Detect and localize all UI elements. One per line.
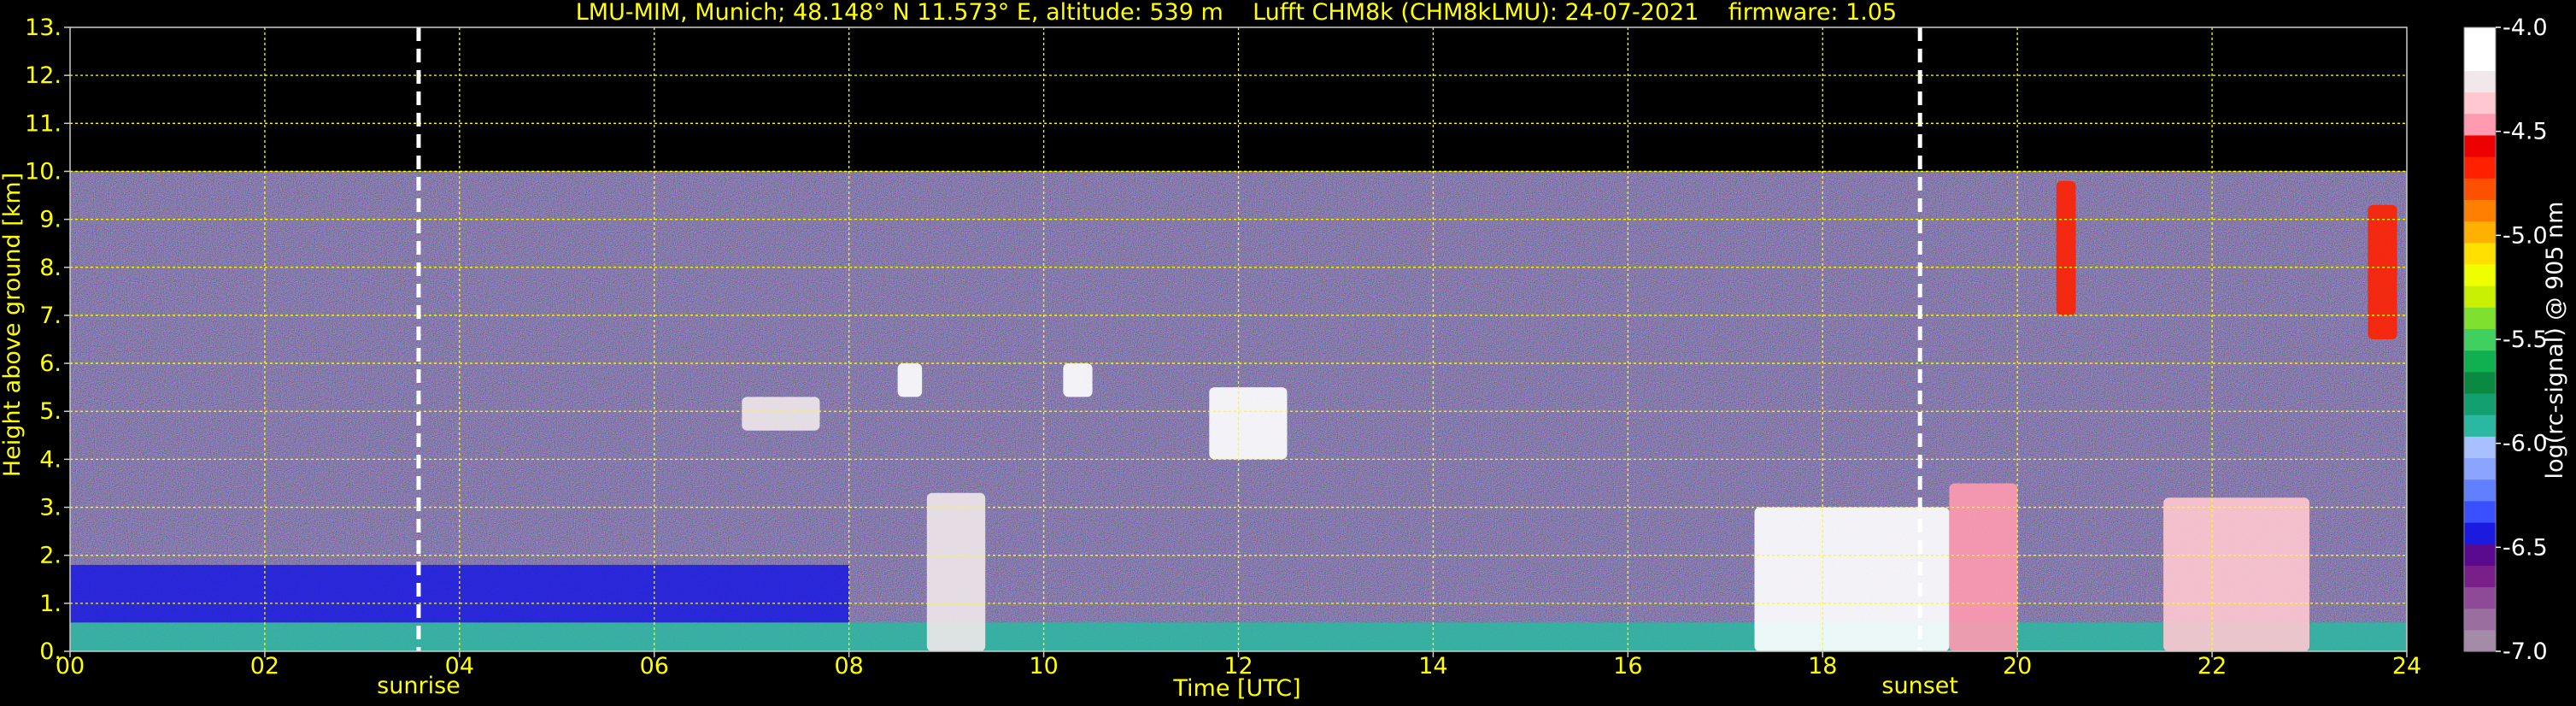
ceilometer-chart: LMU-MIM, Munich; 48.148° N 11.573° E, al… — [0, 0, 2568, 702]
colorbar-tick-label: -6.5 — [2503, 534, 2548, 561]
sunset-label: sunset — [1881, 673, 1958, 699]
colorbar-segment — [2464, 156, 2496, 179]
colorbar — [2463, 26, 2497, 652]
colorbar-segment — [2464, 586, 2496, 609]
colorbar-tick-label: -4.5 — [2503, 119, 2548, 145]
colorbar-segment — [2464, 479, 2496, 502]
cloud-feature — [742, 397, 820, 431]
y-tick-label: 7. — [39, 303, 62, 329]
colorbar-segment — [2464, 221, 2496, 244]
colorbar-segment — [2464, 544, 2496, 566]
cloud-feature — [2056, 180, 2076, 315]
y-tick-label: 13. — [25, 15, 62, 41]
colorbar-tick-label: -5.0 — [2503, 222, 2548, 249]
y-tick-label: 12. — [25, 62, 62, 89]
colorbar-tick-label: -4.0 — [2503, 15, 2548, 41]
y-tick-label: 4. — [39, 446, 62, 473]
cloud-feature — [2368, 204, 2397, 339]
x-tick-label: 20 — [2003, 653, 2032, 680]
y-tick-label: 3. — [39, 495, 62, 521]
cloud-feature — [2163, 497, 2310, 651]
colorbar-segment — [2464, 500, 2496, 523]
cloud-feature — [1063, 363, 1093, 397]
y-axis-label: Height above ground [km] — [0, 173, 26, 477]
y-tick-label: 10. — [25, 158, 62, 185]
y-tick-label: 9. — [39, 207, 62, 233]
cloud-feature — [1209, 387, 1288, 460]
y-tick-label: 1. — [39, 591, 62, 617]
cloud-feature — [926, 492, 986, 651]
colorbar-tick-labels: -4.0 -4.5 -5.0 -5.5 -6.0 -6.5 -7.0 — [2496, 15, 2548, 665]
chart-title: LMU-MIM, Munich; 48.148° N 11.573° E, al… — [576, 0, 1897, 26]
x-tick-label: 14 — [1418, 653, 1447, 680]
colorbar-segment — [2464, 285, 2496, 308]
x-tick-label: 16 — [1613, 653, 1642, 680]
y-tick-label: 8. — [39, 255, 62, 281]
colorbar-segment — [2464, 91, 2496, 115]
colorbar-segment — [2464, 608, 2496, 631]
y-tick-label: 2. — [39, 543, 62, 569]
colorbar-segment — [2464, 70, 2496, 93]
colorbar-segment — [2464, 392, 2496, 415]
x-tick-label: 24 — [2392, 653, 2421, 680]
colorbar-segment — [2464, 113, 2496, 136]
y-tick-label: 5. — [39, 398, 62, 425]
colorbar-segment — [2464, 436, 2496, 459]
colorbar-segment — [2464, 49, 2496, 71]
colorbar-segment — [2464, 27, 2496, 50]
colorbar-segment — [2464, 565, 2496, 588]
colorbar-tick-label: -6.0 — [2503, 431, 2548, 457]
y-tick-label: 11. — [25, 110, 62, 137]
colorbar-tick-label: -7.0 — [2503, 638, 2548, 665]
colorbar-segment — [2464, 242, 2496, 265]
colorbar-segment — [2464, 328, 2496, 351]
x-axis-label: Time [UTC] — [1172, 675, 1300, 702]
colorbar-tick-label: -5.5 — [2503, 327, 2548, 353]
y-tick-labels: 0. 1. 2. 3. 4. 5. 6. 7. 8. 9. 10. 11. 12. 13. — [25, 15, 70, 665]
colorbar-segment — [2464, 178, 2496, 200]
x-tick-label: 22 — [2198, 653, 2227, 680]
x-tick-label: 18 — [1808, 653, 1837, 680]
colorbar-segment — [2464, 371, 2496, 394]
x-tick-label: 06 — [640, 653, 669, 680]
x-tick-label: 08 — [834, 653, 863, 680]
colorbar-segment — [2464, 134, 2496, 157]
colorbar-segment — [2464, 457, 2496, 480]
y-tick-label: 6. — [39, 350, 62, 377]
colorbar-segment — [2464, 521, 2496, 544]
colorbar-segment — [2464, 263, 2496, 286]
colorbar-label: log(rc-signal) @ 905 nm — [2542, 202, 2568, 479]
colorbar-segment — [2464, 307, 2496, 330]
colorbar-segment — [2464, 350, 2496, 373]
colorbar-segment — [2464, 629, 2496, 652]
y-tick-label: 0. — [39, 638, 62, 665]
colorbar-segment — [2464, 199, 2496, 222]
x-tick-label: 02 — [250, 653, 279, 680]
x-tick-label: 04 — [445, 653, 474, 680]
colorbar-segment — [2464, 415, 2496, 437]
cloud-feature — [897, 363, 923, 397]
cloud-feature — [1949, 483, 2018, 651]
x-tick-label: 10 — [1029, 653, 1058, 680]
